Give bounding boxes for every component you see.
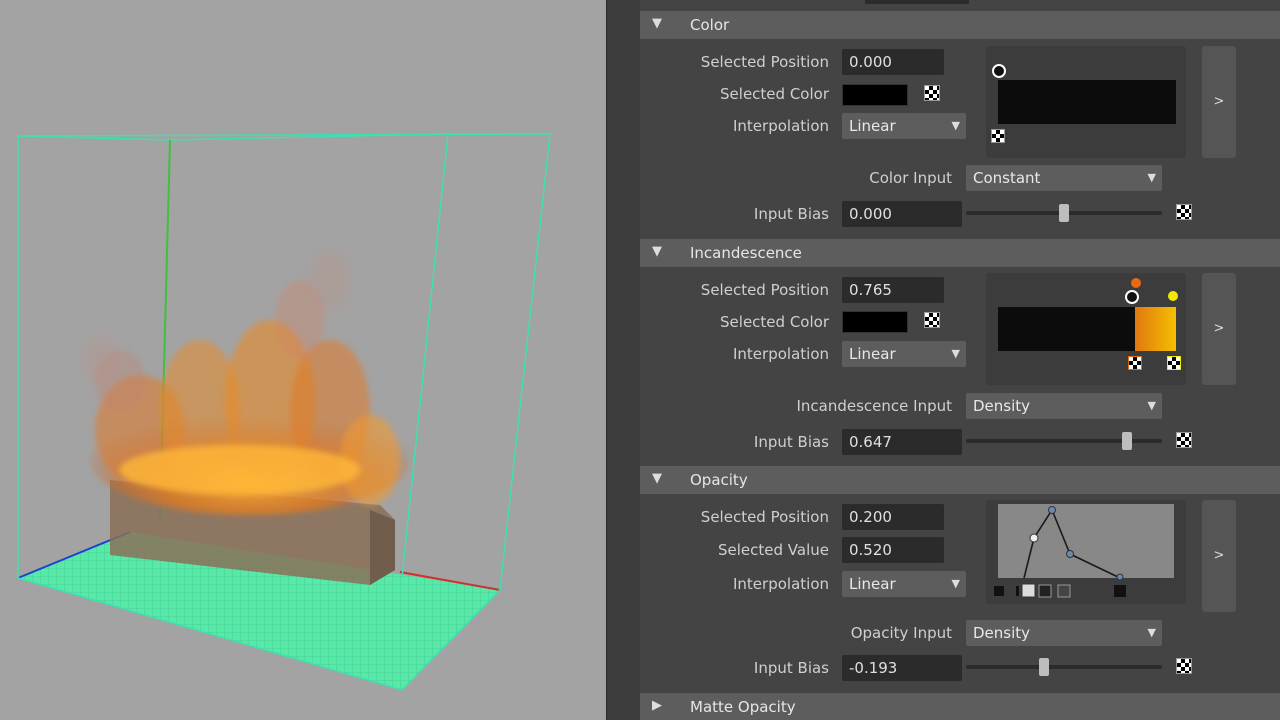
chevron-down-icon: ▼ [1147,399,1156,412]
chevron-down-icon: ▼ [951,347,960,360]
incandescence-ramp-gradient[interactable] [998,307,1176,351]
fire-simulation [90,280,410,515]
interpolation-label: Interpolation [733,575,829,593]
interpolation-label: Interpolation [733,117,829,135]
ramp-handle[interactable] [1125,290,1139,304]
delete-handle-icon[interactable] [1167,356,1181,370]
map-texture-icon[interactable] [924,312,940,328]
incandescence-ramp-editor[interactable] [986,273,1186,385]
panel-splitter[interactable] [606,0,641,720]
incandescence-input-dropdown[interactable]: Density ▼ [966,393,1162,419]
selected-position-field[interactable]: 0.200 [842,504,944,530]
collapse-triangle-icon[interactable]: ▼ [652,244,662,259]
curve-point [1066,550,1074,558]
input-bias-label: Input Bias [753,205,829,223]
map-texture-icon[interactable] [1176,432,1192,448]
dropdown-value: Density [973,624,1031,642]
ramp-handle[interactable] [992,64,1006,78]
curve-point-selected [1029,533,1039,543]
input-bias-label: Input Bias [753,433,829,451]
color-input-dropdown[interactable]: Constant ▼ [966,165,1162,191]
interpolation-dropdown[interactable]: Linear ▼ [842,113,966,139]
opacity-section-header[interactable]: ▼ Opacity [640,466,1280,494]
curve-key-marker [1114,585,1126,597]
selected-value-field[interactable]: 0.520 [842,537,944,563]
color-input-label: Color Input [869,169,952,187]
opacity-input-label: Opacity Input [850,624,952,642]
selected-color-label: Selected Color [720,313,829,331]
section-title: Color [690,16,730,34]
top-field-fragment [865,0,969,4]
color-ramp-gradient[interactable] [998,80,1176,124]
dropdown-value: Linear [849,575,896,593]
section-title: Opacity [690,471,748,489]
curve-key-marker [1021,583,1036,598]
expand-ramp-button[interactable]: > [1202,273,1236,385]
color-section-header[interactable]: ▼ Color [640,11,1280,39]
dropdown-value: Constant [973,169,1041,187]
map-texture-icon[interactable] [924,85,940,101]
chevron-down-icon: ▼ [1147,626,1156,639]
expand-ramp-button[interactable]: > [1202,500,1236,612]
color-ramp-editor[interactable] [986,46,1186,158]
curve-key-marker [1057,584,1071,598]
chevron-down-icon: ▼ [951,577,960,590]
input-bias-field[interactable]: 0.000 [842,201,962,227]
expand-ramp-button[interactable]: > [1202,46,1236,158]
map-texture-icon[interactable] [1176,204,1192,220]
selected-color-swatch[interactable] [842,84,908,106]
input-bias-field[interactable]: 0.647 [842,429,962,455]
chevron-down-icon: ▼ [1147,171,1156,184]
interpolation-dropdown[interactable]: Linear ▼ [842,571,966,597]
selected-position-field[interactable]: 0.000 [842,49,944,75]
input-bias-slider[interactable] [966,204,1162,222]
dropdown-value: Density [973,397,1031,415]
input-bias-slider[interactable] [966,432,1162,450]
selected-color-label: Selected Color [720,85,829,103]
collapse-triangle-icon[interactable]: ▼ [652,471,662,486]
viewport-scene [17,133,551,691]
selected-position-label: Selected Position [700,508,829,526]
slider-handle[interactable] [1059,204,1069,222]
dropdown-value: Linear [849,117,896,135]
collapse-triangle-icon[interactable]: ▼ [652,16,662,31]
curve-key-marker [1016,586,1019,596]
input-bias-field[interactable]: -0.193 [842,655,962,681]
expand-triangle-icon[interactable]: ▶ [652,698,662,713]
slider-handle[interactable] [1039,658,1050,676]
input-bias-label: Input Bias [753,659,829,677]
opacity-curve[interactable] [986,500,1186,604]
selected-position-label: Selected Position [700,281,829,299]
opacity-input-dropdown[interactable]: Density ▼ [966,620,1162,646]
selected-value-label: Selected Value [718,541,829,559]
section-title: Incandescence [690,244,802,262]
input-bias-slider[interactable] [966,658,1162,676]
interpolation-dropdown[interactable]: Linear ▼ [842,341,966,367]
slider-handle[interactable] [1121,432,1132,450]
interpolation-label: Interpolation [733,345,829,363]
curve-key-marker [1038,584,1052,598]
opacity-curve-editor[interactable] [986,500,1186,604]
curve-point [1116,573,1124,581]
map-texture-icon[interactable] [1176,658,1192,674]
section-title: Matte Opacity [690,698,796,716]
attribute-editor: ▼ Color Selected Position 0.000 Selected… [640,0,1280,720]
chevron-down-icon: ▼ [951,119,960,132]
incandescence-section-header[interactable]: ▼ Incandescence [640,239,1280,267]
dropdown-value: Linear [849,345,896,363]
selected-position-label: Selected Position [700,53,829,71]
selected-position-field[interactable]: 0.765 [842,277,944,303]
ramp-handle[interactable] [1168,291,1178,301]
delete-handle-icon[interactable] [991,129,1005,143]
curve-point [1048,506,1056,514]
selected-color-swatch[interactable] [842,311,908,333]
incandescence-input-label: Incandescence Input [796,397,952,415]
3d-viewport[interactable] [0,0,606,720]
ramp-handle[interactable] [1131,278,1141,288]
curve-key-marker [994,586,1004,596]
matte-opacity-section-header[interactable]: ▶ Matte Opacity [640,693,1280,720]
delete-handle-icon[interactable] [1128,356,1142,370]
